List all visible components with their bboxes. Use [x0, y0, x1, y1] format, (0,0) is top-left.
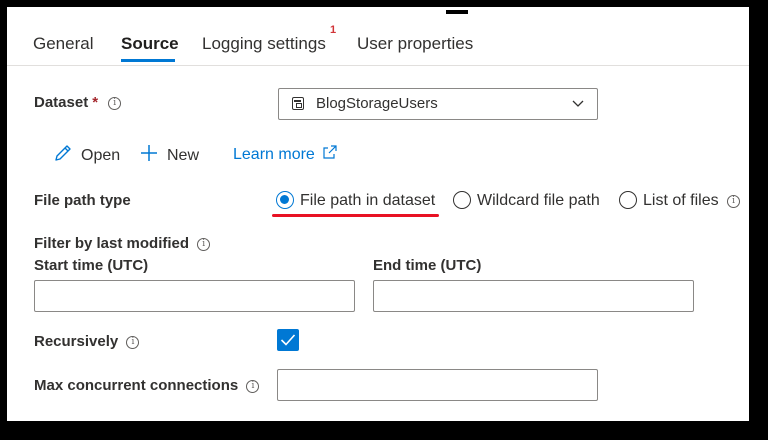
- info-icon[interactable]: i: [197, 238, 211, 251]
- source-settings-panel: General Source Logging settings 1 User p…: [4, 4, 752, 424]
- external-link-icon: [323, 145, 337, 159]
- highlight-underline: [272, 214, 439, 217]
- radio-wildcard-file-path[interactable]: Wildcard file path: [453, 191, 600, 210]
- dataset-icon: [292, 97, 304, 110]
- open-button-label: Open: [81, 147, 121, 164]
- recursively-checkbox[interactable]: [277, 329, 299, 351]
- info-icon[interactable]: i: [246, 380, 260, 393]
- dataset-label: Dataset * i: [34, 94, 122, 111]
- learn-more-link[interactable]: Learn more: [233, 144, 338, 164]
- recursively-label-text: Recursively: [34, 333, 119, 350]
- tab-user-properties[interactable]: User properties: [357, 34, 473, 54]
- radio-label: Wildcard file path: [477, 192, 600, 209]
- end-time-input[interactable]: [373, 280, 694, 312]
- max-connections-label: Max concurrent connections i: [34, 377, 260, 394]
- radio-label: List of files: [643, 192, 719, 209]
- learn-more-label: Learn more: [233, 146, 315, 163]
- dataset-label-text: Dataset: [34, 94, 89, 111]
- tab-logging-badge: 1: [330, 24, 337, 36]
- dataset-select[interactable]: BlogStorageUsers: [278, 88, 598, 120]
- new-button[interactable]: New: [139, 143, 199, 165]
- checkmark-icon: [280, 334, 296, 346]
- radio-file-path-in-dataset[interactable]: File path in dataset: [276, 191, 435, 210]
- open-button[interactable]: Open: [53, 143, 120, 165]
- required-mark: *: [92, 94, 99, 111]
- info-icon[interactable]: i: [727, 195, 741, 208]
- tab-general[interactable]: General: [33, 34, 93, 54]
- radio-unselected-icon: [619, 191, 637, 209]
- file-path-type-label: File path type: [34, 192, 131, 209]
- info-icon[interactable]: i: [126, 336, 140, 349]
- max-connections-input[interactable]: [277, 369, 598, 401]
- tab-logging-settings[interactable]: Logging settings: [202, 34, 326, 54]
- start-time-label: Start time (UTC): [34, 257, 149, 274]
- radio-label: File path in dataset: [300, 192, 436, 209]
- tab-source[interactable]: Source: [121, 34, 179, 54]
- max-connections-label-text: Max concurrent connections: [34, 377, 239, 394]
- dataset-select-value: BlogStorageUsers: [316, 95, 438, 112]
- new-button-label: New: [167, 147, 200, 164]
- info-icon[interactable]: i: [108, 97, 122, 110]
- tab-bar: General Source Logging settings 1 User p…: [7, 7, 749, 66]
- recursively-label: Recursively i: [34, 333, 140, 350]
- end-time-label: End time (UTC): [373, 257, 482, 274]
- pencil-icon: [55, 145, 71, 161]
- active-tab-indicator: [121, 59, 175, 62]
- filter-label-text: Filter by last modified: [34, 235, 190, 252]
- radio-selected-icon: [276, 191, 294, 209]
- radio-unselected-icon: [453, 191, 471, 209]
- radio-list-of-files[interactable]: List of files i: [619, 191, 741, 210]
- chevron-down-icon: [572, 100, 584, 107]
- start-time-input[interactable]: [34, 280, 355, 312]
- filter-label: Filter by last modified i: [34, 235, 211, 252]
- plus-icon: [141, 145, 157, 161]
